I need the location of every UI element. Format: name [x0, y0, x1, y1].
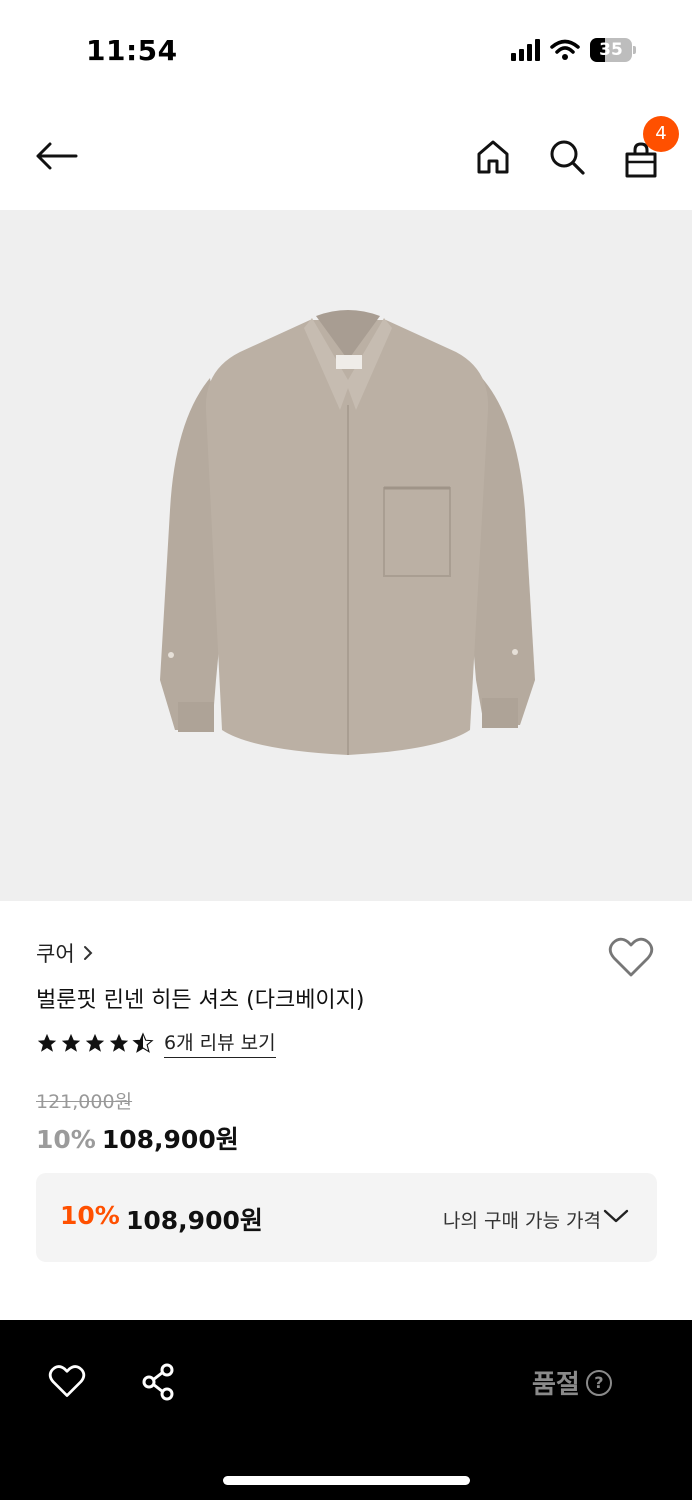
my-price-value: 108,900원: [126, 1206, 263, 1235]
signal-icon: [511, 39, 540, 61]
status-time: 11:54: [86, 34, 178, 67]
home-indicator: [223, 1476, 470, 1485]
cart-button[interactable]: 4: [617, 116, 679, 184]
app-header: 4: [0, 100, 692, 210]
search-icon: [550, 140, 585, 175]
half-star-icon: [132, 1032, 154, 1053]
home-icon: [477, 140, 509, 174]
my-price-dropdown[interactable]: 10% 108,900원 나의 구매 가능 가격: [36, 1173, 657, 1262]
help-icon[interactable]: ?: [585, 1369, 612, 1396]
rating-row: 6개 리뷰 보기: [36, 1028, 276, 1058]
back-button[interactable]: [32, 132, 80, 180]
heart-outline-icon: [608, 937, 654, 977]
discount-rate: 10%: [36, 1125, 96, 1154]
share-button[interactable]: [136, 1360, 180, 1404]
price-row: 10% 108,900원: [36, 1120, 239, 1156]
brand-name: 쿠어: [36, 942, 75, 966]
wishlist-button[interactable]: [608, 936, 656, 980]
product-image[interactable]: [0, 210, 692, 901]
original-price: 121,000원: [36, 1091, 133, 1113]
status-bar: 11:54 35: [0, 0, 692, 100]
battery-level: 35: [599, 40, 623, 60]
bottom-wishlist-button[interactable]: [44, 1360, 90, 1402]
chevron-right-icon: [83, 946, 93, 960]
star-icon: [61, 1033, 81, 1052]
star-icon: [109, 1033, 129, 1052]
heart-icon: [48, 1365, 86, 1397]
brand-link[interactable]: 쿠어: [36, 938, 93, 968]
back-arrow-icon: [36, 142, 78, 170]
star-icon: [37, 1033, 57, 1052]
review-link[interactable]: 6개 리뷰 보기: [164, 1028, 276, 1058]
search-button[interactable]: [543, 133, 591, 181]
status-icons: 35: [511, 38, 636, 62]
battery-icon: 35: [590, 38, 636, 62]
product-shirt-image: [160, 310, 535, 755]
soldout-label: 품절: [532, 1370, 580, 1400]
share-icon: [142, 1363, 174, 1401]
star-icon: [85, 1033, 105, 1052]
cart-count-badge: 4: [643, 116, 679, 152]
my-price-label: 나의 구매 가능 가격: [443, 1210, 601, 1232]
my-price-discount: 10%: [60, 1201, 120, 1230]
rating-stars: [36, 1032, 154, 1054]
soldout-status: 품절 ?: [532, 1364, 612, 1401]
home-button[interactable]: [469, 133, 517, 181]
product-name: 벌룬핏 린넨 히든 셔츠 (다크베이지): [36, 988, 365, 1013]
bottom-action-bar: 품절 ?: [0, 1320, 692, 1500]
wifi-icon: [550, 39, 580, 60]
chevron-down-icon: [603, 1209, 629, 1223]
sale-price: 108,900원: [101, 1125, 239, 1154]
